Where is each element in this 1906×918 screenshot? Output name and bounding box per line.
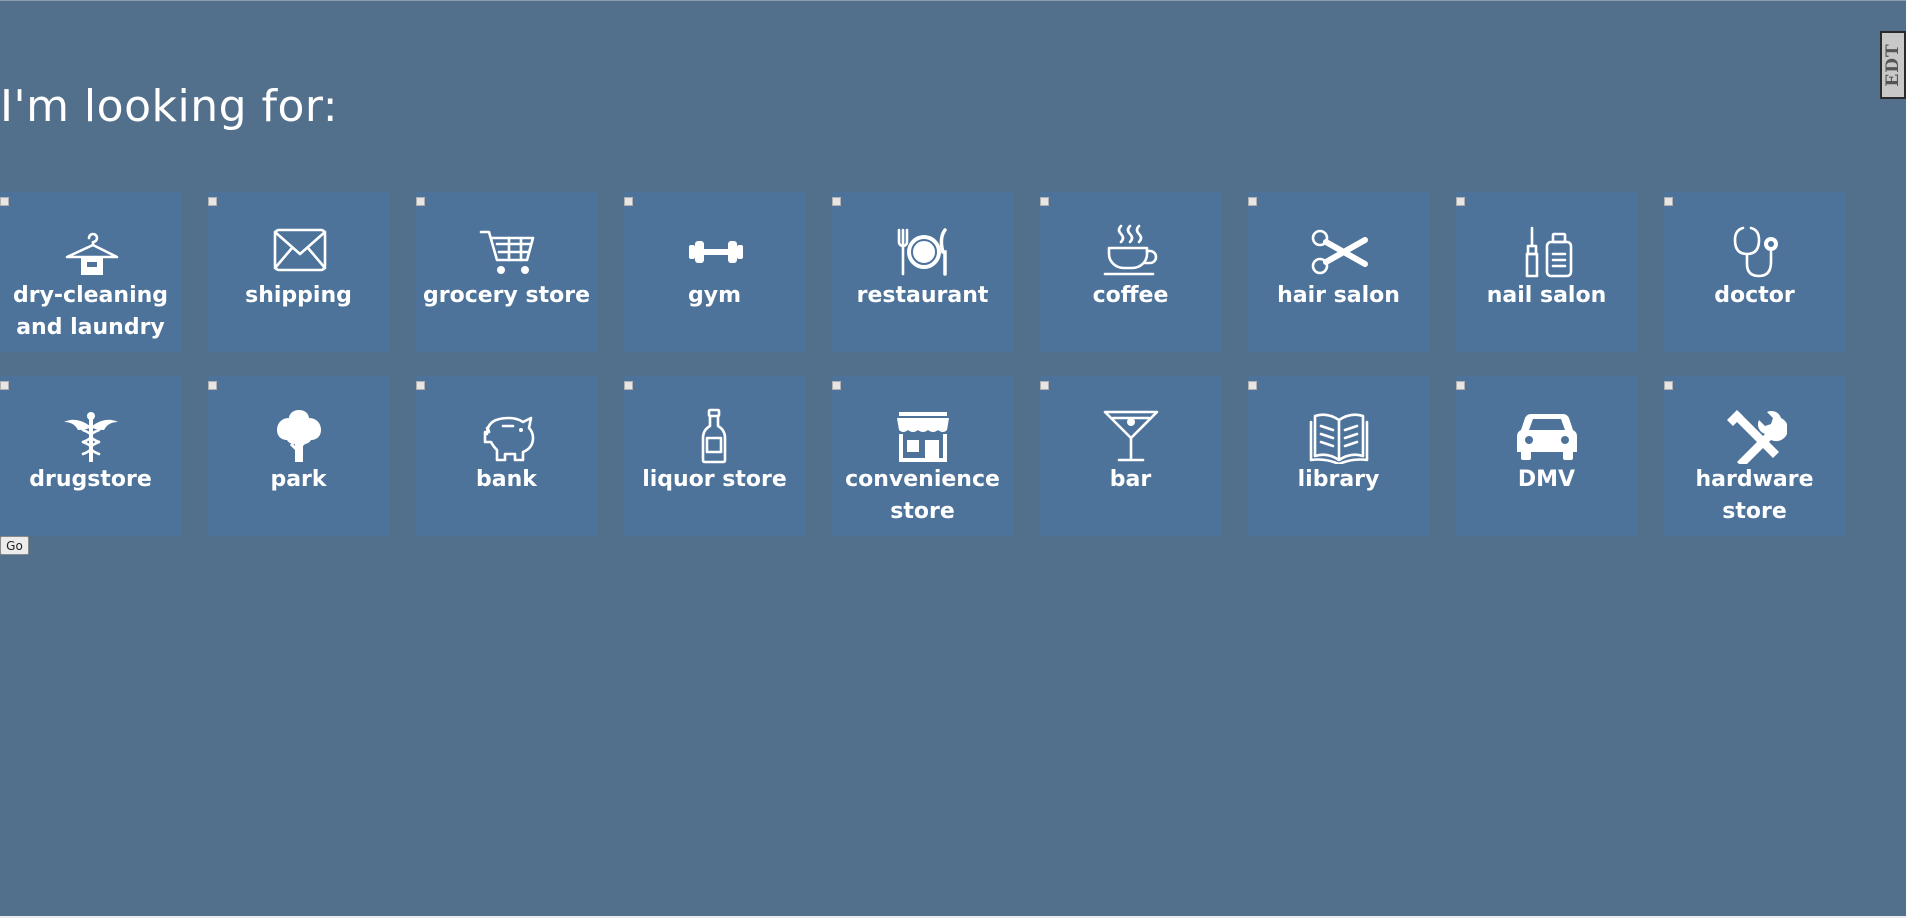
shopping-cart-icon <box>475 224 539 280</box>
category-checkbox[interactable] <box>1248 381 1257 390</box>
hanger-icon <box>59 224 123 280</box>
category-checkbox[interactable] <box>1040 197 1049 206</box>
category-grid: dry-cleaning and laundry shipping grocery… <box>0 192 1850 560</box>
tree-icon <box>267 408 331 464</box>
category-tile[interactable]: grocery store <box>416 192 597 352</box>
category-checkbox[interactable] <box>1664 197 1673 206</box>
category-label: library <box>1297 467 1380 492</box>
stethoscope-icon <box>1723 224 1787 280</box>
category-label: coffee <box>1092 283 1169 308</box>
category-label: drugstore <box>29 467 152 492</box>
cocktail-icon <box>1099 408 1163 464</box>
category-label: hardware store <box>1695 467 1814 524</box>
category-checkbox[interactable] <box>1248 197 1257 206</box>
dumbbell-icon <box>683 224 747 280</box>
open-book-icon <box>1307 408 1371 464</box>
category-checkbox[interactable] <box>208 197 217 206</box>
go-button[interactable]: Go <box>0 536 29 555</box>
category-label: DMV <box>1517 467 1576 492</box>
bottle-icon <box>683 408 747 464</box>
category-tile[interactable]: drugstore <box>0 376 181 536</box>
category-checkbox[interactable] <box>832 197 841 206</box>
envelope-icon <box>267 224 331 280</box>
category-label: park <box>270 467 327 492</box>
category-label: restaurant <box>856 283 989 308</box>
category-tile[interactable]: shipping <box>208 192 389 352</box>
caduceus-icon <box>59 408 123 464</box>
category-label: grocery store <box>422 283 591 308</box>
category-tile[interactable]: bar <box>1040 376 1221 536</box>
category-checkbox[interactable] <box>1456 197 1465 206</box>
nail-polish-icon <box>1515 224 1579 280</box>
category-checkbox[interactable] <box>1664 381 1673 390</box>
category-tile[interactable]: coffee <box>1040 192 1221 352</box>
category-tile[interactable]: bank <box>416 376 597 536</box>
category-tile[interactable]: hair salon <box>1248 192 1429 352</box>
category-label: bank <box>476 467 537 492</box>
category-checkbox[interactable] <box>208 381 217 390</box>
category-tile[interactable]: library <box>1248 376 1429 536</box>
category-checkbox[interactable] <box>624 197 633 206</box>
tools-icon <box>1723 408 1787 464</box>
scissors-icon <box>1307 224 1371 280</box>
category-checkbox[interactable] <box>832 381 841 390</box>
category-tile[interactable]: nail salon <box>1456 192 1637 352</box>
category-tile[interactable]: doctor <box>1664 192 1845 352</box>
category-label: bar <box>1109 467 1152 492</box>
category-label: doctor <box>1714 283 1795 308</box>
category-tile[interactable]: gym <box>624 192 805 352</box>
category-tile[interactable]: restaurant <box>832 192 1013 352</box>
category-tile[interactable]: dry-cleaning and laundry <box>0 192 181 352</box>
page-title: I'm looking for: <box>0 81 339 132</box>
coffee-cup-icon <box>1099 224 1163 280</box>
category-checkbox[interactable] <box>0 381 9 390</box>
edt-side-tab-label: EDT <box>1883 43 1903 87</box>
category-checkbox[interactable] <box>416 381 425 390</box>
category-label: shipping <box>245 283 352 308</box>
category-tile[interactable]: liquor store <box>624 376 805 536</box>
edt-side-tab[interactable]: EDT <box>1880 31 1906 99</box>
category-tile[interactable]: convenience store <box>832 376 1013 536</box>
category-row: drugstore park bank liquor store convenie… <box>0 376 1850 560</box>
category-checkbox[interactable] <box>0 197 9 206</box>
category-label: gym <box>687 283 741 308</box>
category-label: nail salon <box>1486 283 1607 308</box>
plate-cutlery-icon <box>891 224 955 280</box>
category-tile[interactable]: park <box>208 376 389 536</box>
piggy-bank-icon <box>475 408 539 464</box>
category-checkbox[interactable] <box>416 197 425 206</box>
category-tile[interactable]: hardware store <box>1664 376 1845 536</box>
category-label: dry-cleaning and laundry <box>12 283 169 340</box>
category-label: liquor store <box>642 467 787 492</box>
category-checkbox[interactable] <box>1456 381 1465 390</box>
category-row: dry-cleaning and laundry shipping grocery… <box>0 192 1850 376</box>
category-tile[interactable]: DMV <box>1456 376 1637 536</box>
category-label: hair salon <box>1277 283 1400 308</box>
category-checkbox[interactable] <box>1040 381 1049 390</box>
category-label: convenience store <box>845 467 1000 524</box>
storefront-icon <box>891 408 955 464</box>
car-icon <box>1515 408 1579 464</box>
category-checkbox[interactable] <box>624 381 633 390</box>
